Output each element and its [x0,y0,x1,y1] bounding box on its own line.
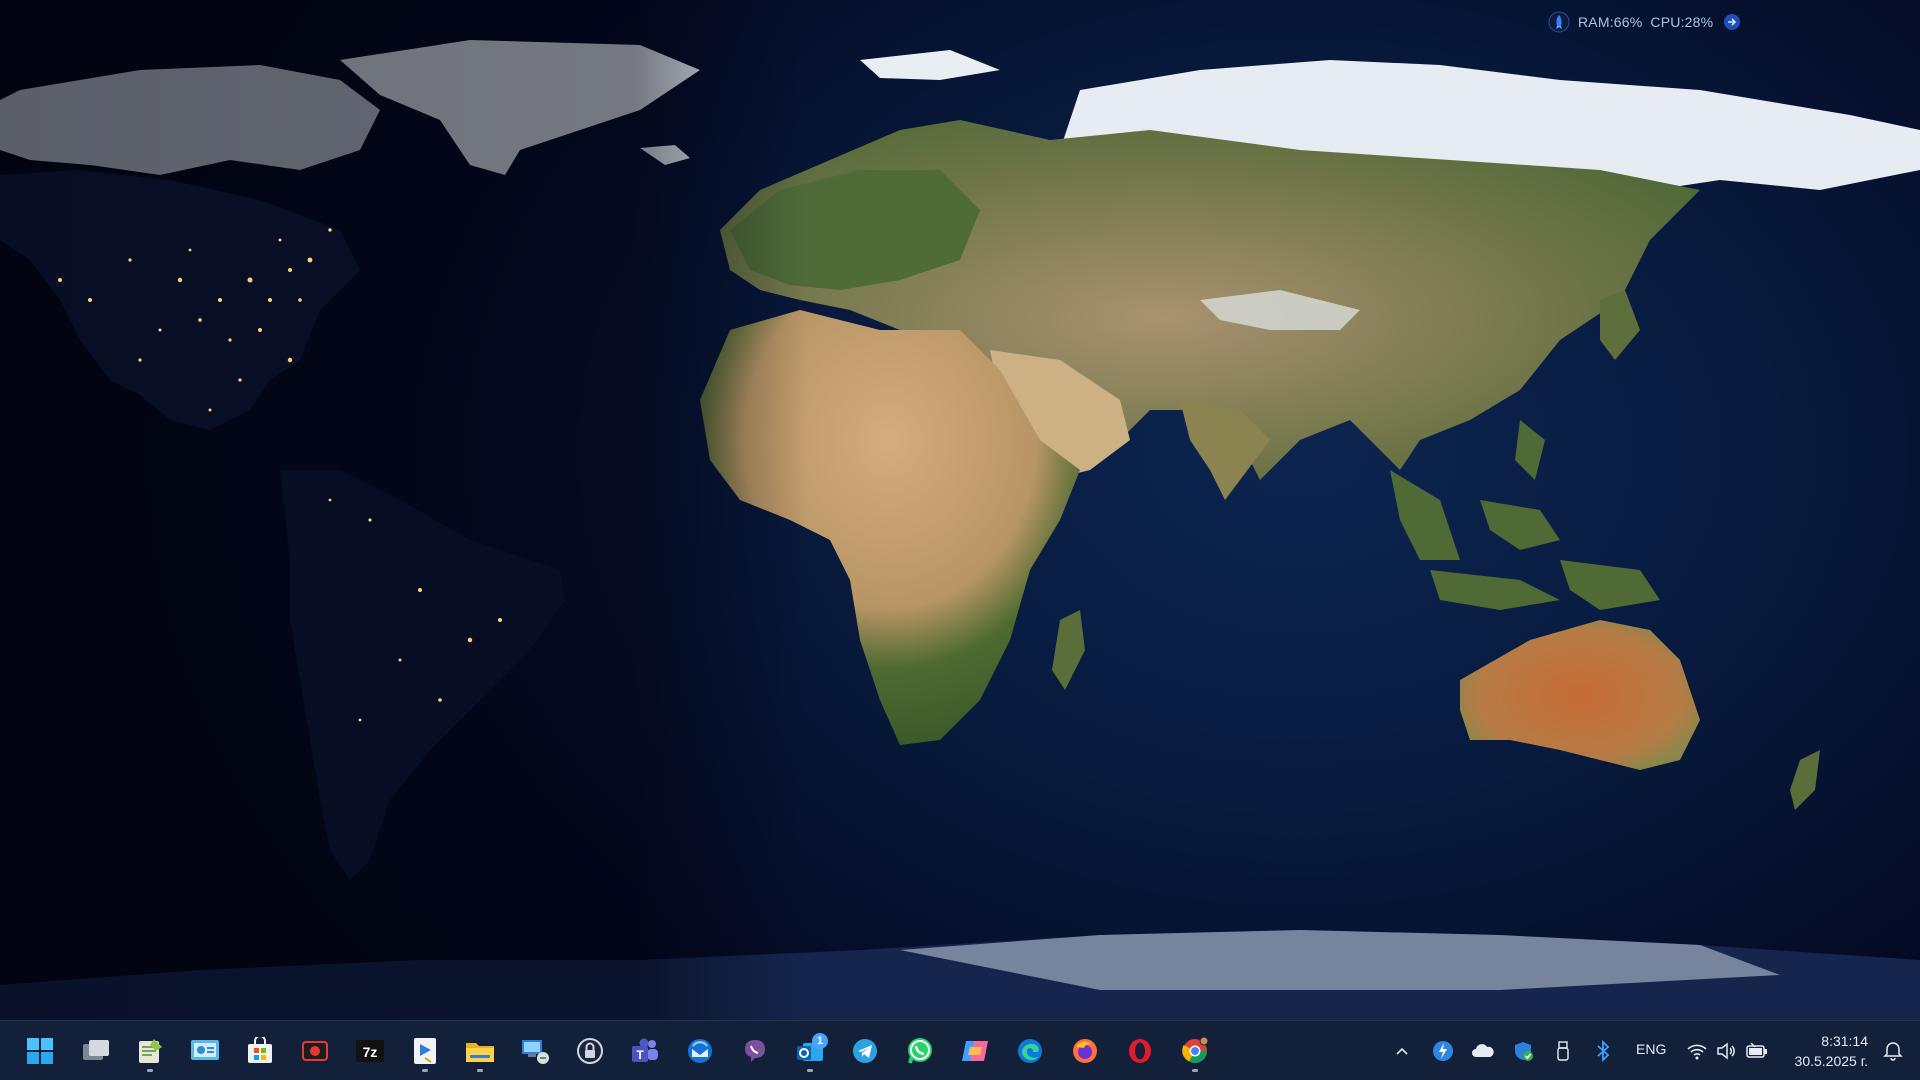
svg-text:T: T [636,1048,644,1062]
night-shade [0,0,1920,1020]
tray-volume[interactable] [1714,1039,1738,1063]
viber-button[interactable] [733,1029,777,1073]
thunderbird-button[interactable] [678,1029,722,1073]
running-indicator [422,1069,428,1072]
control-panel-icon [191,1040,219,1060]
teams-button[interactable]: T [623,1029,667,1073]
clock[interactable]: 8:31:14 30.5.2025 г. [1758,1031,1868,1071]
running-indicator [1192,1069,1198,1072]
start-button[interactable] [18,1029,62,1073]
volume-icon [1717,1042,1735,1060]
recorder-icon [302,1041,328,1061]
windows-start-icon [27,1038,53,1064]
whatsapp-icon [908,1038,932,1064]
transfer-icon [414,1038,436,1064]
thunderbird-icon [688,1039,712,1063]
show-hidden-icons-button[interactable] [1390,1039,1414,1063]
file-explorer-button[interactable] [458,1029,502,1073]
wifi-icon [1687,1044,1707,1060]
store-icon [248,1037,272,1063]
tray-network[interactable] [1685,1039,1709,1063]
system-monitor-widget[interactable]: RAM:66% CPU:28% [1548,8,1743,36]
clock-time: 8:31:14 [1821,1033,1868,1049]
winscp-button[interactable] [403,1029,447,1073]
opera-button[interactable] [1118,1029,1162,1073]
notification-badge: 1 [812,1033,828,1049]
running-indicator [477,1069,483,1072]
microsoft-store-button[interactable] [238,1029,282,1073]
bluetooth-icon [1597,1040,1610,1062]
telegram-button[interactable] [843,1029,887,1073]
bell-icon [1883,1042,1903,1061]
rocket-icon[interactable] [1548,11,1570,33]
firefox-button[interactable] [1063,1029,1107,1073]
chrome-icon [1182,1036,1209,1064]
telegram-icon [853,1039,877,1063]
tray-onedrive[interactable] [1471,1039,1495,1063]
usb-icon [1557,1041,1569,1061]
7zip-icon: 7z [356,1040,384,1062]
chrome-button[interactable] [1173,1029,1217,1073]
notepad-plus-button[interactable] [128,1029,172,1073]
remote-desktop-button[interactable] [513,1029,557,1073]
lock-icon [577,1038,603,1064]
cloud-icon [1472,1044,1494,1057]
chevron-up-icon [1396,1047,1408,1055]
opera-icon [1129,1039,1151,1063]
copilot-button[interactable] [953,1029,997,1073]
task-view-icon [83,1040,109,1060]
svg-text:7z: 7z [363,1044,378,1060]
clock-date: 30.5.2025 г. [1794,1053,1868,1069]
tray-lightning[interactable] [1431,1039,1455,1063]
notification-center-button[interactable] [1882,1039,1906,1063]
viber-icon [745,1040,765,1062]
arrow-right-icon[interactable] [1721,11,1743,33]
folder-icon [466,1043,494,1062]
tray-bluetooth[interactable] [1591,1039,1615,1063]
whatsapp-button[interactable] [898,1029,942,1073]
7zip-button[interactable]: 7z [348,1029,392,1073]
edge-button[interactable] [1008,1029,1052,1073]
tray-security[interactable] [1511,1039,1535,1063]
shield-icon [1515,1042,1533,1061]
running-indicator [807,1069,813,1072]
taskbar: 7z T 1 ENG 8:31:14 30.5.2025 г. [0,1020,1920,1080]
lightning-icon [1433,1041,1453,1061]
control-panel-button[interactable] [183,1029,227,1073]
edge-icon [1018,1039,1042,1063]
running-indicator [147,1069,153,1072]
ram-usage: RAM:66% [1578,14,1643,30]
remote-desktop-icon [522,1040,549,1064]
task-view-button[interactable] [74,1029,118,1073]
desktop-wallpaper: RAM:66% CPU:28% [0,0,1920,1020]
world-map-wallpaper [0,0,1920,1020]
notepad-icon [139,1039,162,1063]
password-manager-button[interactable] [568,1029,612,1073]
screen-recorder-button[interactable] [293,1029,337,1073]
copilot-icon [962,1041,988,1061]
tray-usb[interactable] [1551,1039,1575,1063]
cpu-usage: CPU:28% [1650,14,1714,30]
language-indicator[interactable]: ENG [1636,1041,1666,1057]
teams-icon: T [632,1038,658,1062]
firefox-icon [1073,1039,1097,1063]
outlook-button[interactable]: 1 [788,1029,832,1073]
